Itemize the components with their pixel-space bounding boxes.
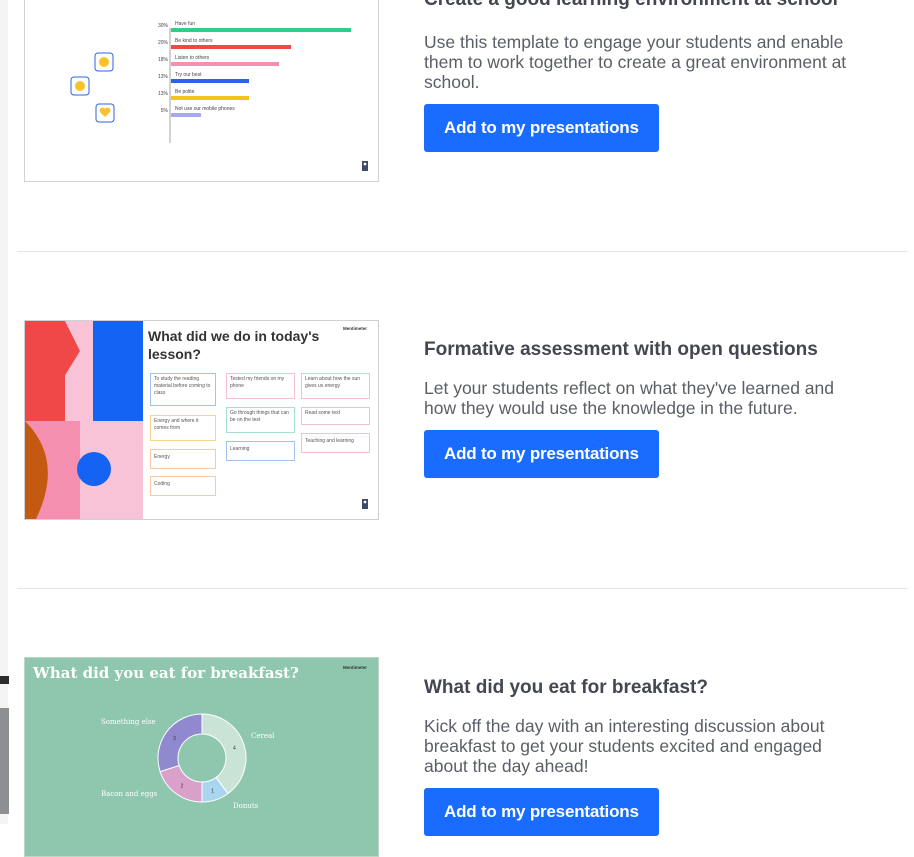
emoji-bubble-icon [70,76,90,96]
note-card: Learning [226,441,295,461]
template-info-learning-environment: Create a good learning environment at sc… [424,0,869,152]
note-card: Read some text [301,407,370,425]
breakfast-preview: 4 1 2 3 [25,658,378,856]
add-to-presentations-button[interactable]: Add to my presentations [424,430,659,478]
bar-value-label: 13% [158,91,169,97]
template-title: Formative assessment with open questions [424,339,818,360]
bar-category-label: Listen to others [175,55,210,61]
template-description: Use this template to engage your student… [424,32,847,92]
bar-category-label: Be kind to others [175,38,213,44]
donut-value-label: 1 [211,788,214,794]
add-to-presentations-button[interactable]: Add to my presentations [424,104,659,152]
donut-value-label: 2 [181,784,184,790]
bar-category-label: Be polite [175,89,195,95]
add-to-presentations-button[interactable]: Add to my presentations [424,788,659,836]
template-title: What did you eat for breakfast? [424,677,708,698]
template-info-formative-assessment: Formative assessment with open questions… [424,338,869,478]
template-description: Kick off the day with an interesting dis… [424,716,825,776]
template-thumbnail-learning-environment[interactable]: Have fun 30% Be kind to others 20% Listen to… [24,0,379,182]
brand-logo: Mentimeter [343,665,368,670]
note-card: Energy and where it comes from [150,415,216,441]
bar [171,79,249,83]
presenter-icon [362,499,368,509]
bar-value-label: 30% [158,23,169,29]
learning-environment-preview: Have fun 30% Be kind to others 20% Listen to… [25,0,378,181]
template-thumbnail-formative-assessment[interactable]: What did we do in today's lesson? Mentim… [24,320,379,520]
brand-logo: Mentimeter [343,326,368,331]
donut-value-label: 4 [233,745,236,751]
bar [171,96,249,100]
slide-heading: What did you eat for breakfast? [33,664,299,682]
note-card: Energy [150,449,216,469]
bar-value-label: 13% [158,74,169,80]
left-edge-mark [0,676,9,684]
template-thumbnail-breakfast[interactable]: 4 1 2 3 What did you eat for breakfast? Men… [24,657,379,857]
bar-category-label: Have fun [175,21,195,27]
presenter-icon [362,161,368,171]
emoji-bubble-icon [94,52,114,72]
legend-label: Cereal [251,732,275,740]
bar [171,62,279,66]
donut-value-label: 3 [173,736,176,742]
bar-category-label: Try our best [175,72,202,78]
bar [171,28,351,32]
legend-label: Something else [101,718,156,726]
divider [17,251,908,252]
bar-value-label: 18% [158,57,169,63]
left-edge-panel [0,708,9,814]
bar-category-label: Not use our mobile phones [175,106,235,112]
heart-bubble-icon [95,103,115,123]
bar-value-label: 5% [161,108,169,114]
slide-heading: What did we do in today's lesson? [148,328,320,362]
note-card: Coding [150,476,216,496]
template-description: Let your students reflect on what they'v… [424,378,834,418]
legend-label: Donuts [233,802,259,810]
divider [17,588,908,589]
bar [171,113,201,117]
template-title: Create a good learning environment at sc… [424,0,869,12]
note-card: Teaching and learning [301,433,370,453]
template-info-breakfast: What did you eat for breakfast? Kick off… [424,676,869,836]
note-card: To study the reading material before com… [150,373,216,406]
bar-value-label: 20% [158,40,169,46]
bar [171,45,291,49]
left-edge-strip [0,0,8,824]
note-card: Go through things that can be on the tes… [226,407,295,433]
note-card: Tested my friends on my phone [226,373,295,399]
note-card: Learn about how the sun gives us energy [301,373,370,399]
legend-label: Bacon and eggs [101,790,158,798]
